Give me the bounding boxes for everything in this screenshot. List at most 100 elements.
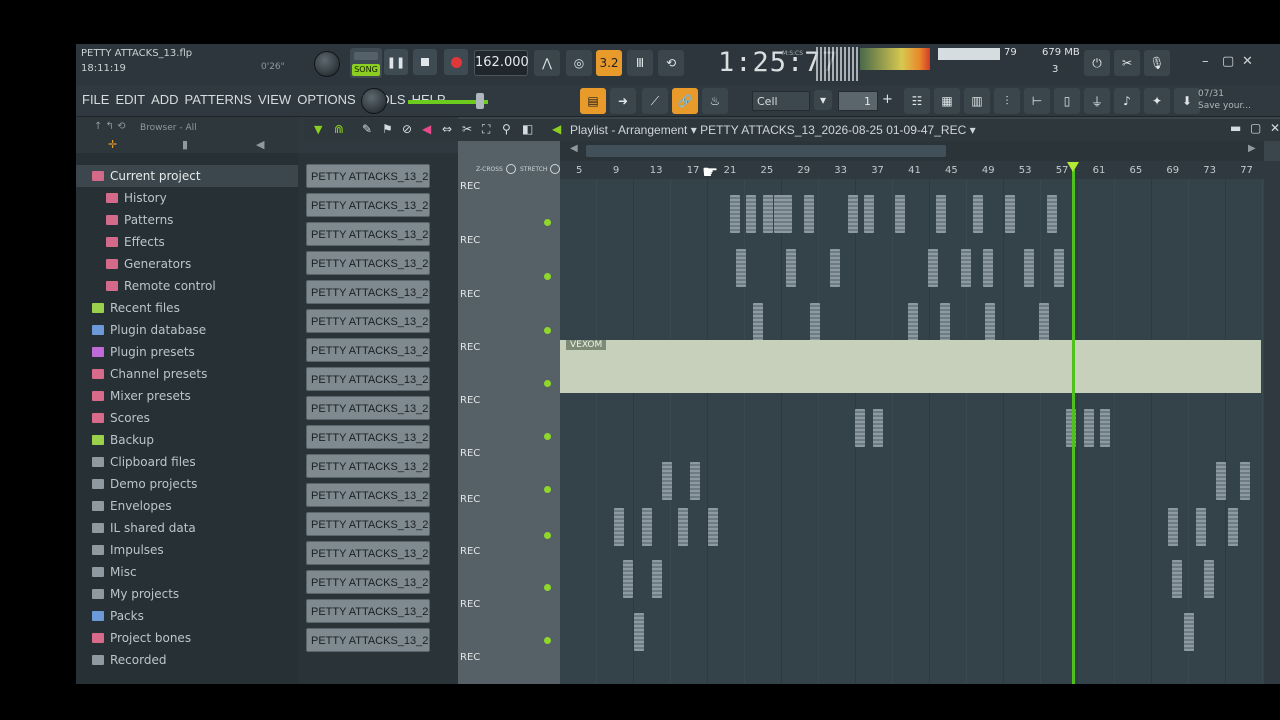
- step-edit-button[interactable]: Ⅲ: [627, 50, 653, 76]
- vertical-scrollbar[interactable]: [1264, 161, 1280, 684]
- channel-button[interactable]: PETTY ATTACKS_13_2026...: [306, 483, 430, 507]
- audio-clip[interactable]: [652, 560, 662, 598]
- audio-clip[interactable]: [985, 303, 995, 341]
- track-label[interactable]: REC: [460, 546, 480, 557]
- mixer-button[interactable]: ⫶: [994, 88, 1020, 114]
- track-label[interactable]: REC: [460, 599, 480, 610]
- playlist-close-icon[interactable]: ✕: [1270, 121, 1280, 135]
- track-label[interactable]: REC: [460, 289, 480, 300]
- step-value-field[interactable]: 1: [838, 91, 878, 111]
- channel-button[interactable]: PETTY ATTACKS_13_2026...: [306, 193, 430, 217]
- stretch-toggle[interactable]: [550, 164, 560, 174]
- track-active-led[interactable]: [544, 433, 551, 440]
- browser-item[interactable]: Patterns: [76, 209, 298, 231]
- channel-button[interactable]: PETTY ATTACKS_13_2026...: [306, 367, 430, 391]
- audio-clip[interactable]: [678, 508, 688, 546]
- audio-clip[interactable]: [1024, 249, 1034, 287]
- timeline-ruler[interactable]: 5 9 13 17 21 25 29 33 37 41 45 49 53 57 61 65 69 73 77: [560, 161, 1264, 179]
- track-label[interactable]: REC: [460, 395, 480, 406]
- link-button[interactable]: 🔗: [672, 88, 698, 114]
- tuner-button[interactable]: ♪: [1114, 88, 1140, 114]
- track-active-led[interactable]: [544, 532, 551, 539]
- select-tool-icon[interactable]: ⛶: [482, 122, 490, 137]
- audio-clip[interactable]: [1005, 195, 1015, 233]
- browser-item[interactable]: Effects: [76, 231, 298, 253]
- audio-clip[interactable]: [786, 249, 796, 287]
- audio-clip[interactable]: [895, 195, 905, 233]
- minimize-icon[interactable]: –: [1202, 54, 1209, 69]
- audio-clip[interactable]: [1196, 508, 1206, 546]
- master-volume-knob[interactable]: [314, 51, 340, 77]
- audio-clip[interactable]: [1039, 303, 1049, 341]
- project-info-button[interactable]: ✦: [1144, 88, 1170, 114]
- audio-clip[interactable]: [614, 508, 624, 546]
- horizontal-scrollbar[interactable]: [586, 145, 946, 157]
- playhead-marker[interactable]: [1067, 162, 1079, 172]
- song-mode-button[interactable]: SONG: [350, 48, 382, 78]
- browser-item[interactable]: Generators: [76, 253, 298, 275]
- playlist-arrow-icon[interactable]: ◀: [552, 122, 561, 136]
- audio-input-button[interactable]: ♨: [702, 88, 728, 114]
- menu-options[interactable]: OPTIONS: [297, 92, 356, 107]
- menu-view[interactable]: VIEW: [258, 92, 291, 107]
- audio-clip[interactable]: [961, 249, 971, 287]
- track-active-led[interactable]: [544, 380, 551, 387]
- audio-clip[interactable]: [830, 249, 840, 287]
- draw-tool-icon[interactable]: ✎: [362, 122, 372, 136]
- tempo-display[interactable]: 162.000: [474, 50, 529, 76]
- audio-clip[interactable]: [804, 195, 814, 233]
- browser-item[interactable]: Mixer presets: [76, 385, 298, 407]
- audio-clip[interactable]: [1216, 462, 1226, 500]
- browser-item[interactable]: Project bones: [76, 627, 298, 649]
- audio-clip[interactable]: [1184, 613, 1194, 651]
- browser-item[interactable]: IL shared data: [76, 517, 298, 539]
- audio-clip[interactable]: [873, 409, 883, 447]
- audio-clip[interactable]: [983, 249, 993, 287]
- audio-clip[interactable]: [1204, 560, 1214, 598]
- playlist-lanes[interactable]: [560, 179, 1264, 684]
- typing-keyboard-button[interactable]: ▤: [580, 88, 606, 114]
- audio-clip[interactable]: [690, 462, 700, 500]
- browser-item[interactable]: Current project: [76, 165, 298, 187]
- browser-item[interactable]: Packs: [76, 605, 298, 627]
- zoom-tool-icon[interactable]: ⚲: [502, 122, 511, 136]
- audio-clip[interactable]: [908, 303, 918, 341]
- nav-back-icon[interactable]: ↑ ↰ ⟲: [94, 121, 126, 132]
- track-active-led[interactable]: [544, 584, 551, 591]
- maximize-icon[interactable]: ▢: [1222, 54, 1234, 69]
- browser-item[interactable]: Recent files: [76, 297, 298, 319]
- channel-button[interactable]: PETTY ATTACKS_13_2026...: [306, 251, 430, 275]
- track-label[interactable]: REC: [460, 342, 480, 353]
- channel-button[interactable]: PETTY ATTACKS_13_2026...: [306, 541, 430, 565]
- browser-item[interactable]: Misc: [76, 561, 298, 583]
- audio-clip[interactable]: [736, 249, 746, 287]
- snap-dropdown[interactable]: ▾: [814, 90, 832, 110]
- track-label[interactable]: REC: [460, 448, 480, 459]
- browser-item[interactable]: Demo projects: [76, 473, 298, 495]
- channel-button[interactable]: PETTY ATTACKS_13_2026...: [306, 280, 430, 304]
- track-active-led[interactable]: [544, 637, 551, 644]
- stop-button[interactable]: [413, 49, 437, 75]
- scroll-right-icon[interactable]: ▶: [1248, 143, 1256, 154]
- vexom-audio-clip[interactable]: VEXOM: [560, 340, 1261, 393]
- scroll-left-icon[interactable]: ◀: [570, 143, 578, 154]
- browser-item[interactable]: Envelopes: [76, 495, 298, 517]
- audio-clip[interactable]: [662, 462, 672, 500]
- audio-clip[interactable]: [642, 508, 652, 546]
- channel-button[interactable]: PETTY ATTACKS_13_2026...: [306, 222, 430, 246]
- loop-record-button[interactable]: ⟲: [658, 50, 684, 76]
- delete-tool-icon[interactable]: ⊘: [402, 122, 412, 136]
- master-pitch-knob[interactable]: [361, 88, 387, 114]
- channel-button[interactable]: PETTY ATTACKS_13_2026...: [306, 628, 430, 652]
- browser-button[interactable]: ⊢: [1024, 88, 1050, 114]
- file-button[interactable]: ▯: [1054, 88, 1080, 114]
- plus-icon[interactable]: +: [882, 92, 893, 107]
- menu-edit[interactable]: EDIT: [115, 92, 145, 107]
- audio-clip[interactable]: [1168, 508, 1178, 546]
- cut-tool-button[interactable]: ✂: [1114, 50, 1140, 76]
- browser-item[interactable]: Impulses: [76, 539, 298, 561]
- audio-clip[interactable]: [782, 195, 792, 233]
- audio-clip[interactable]: [1084, 409, 1094, 447]
- track-label[interactable]: REC: [460, 235, 480, 246]
- track-label[interactable]: REC: [460, 652, 480, 663]
